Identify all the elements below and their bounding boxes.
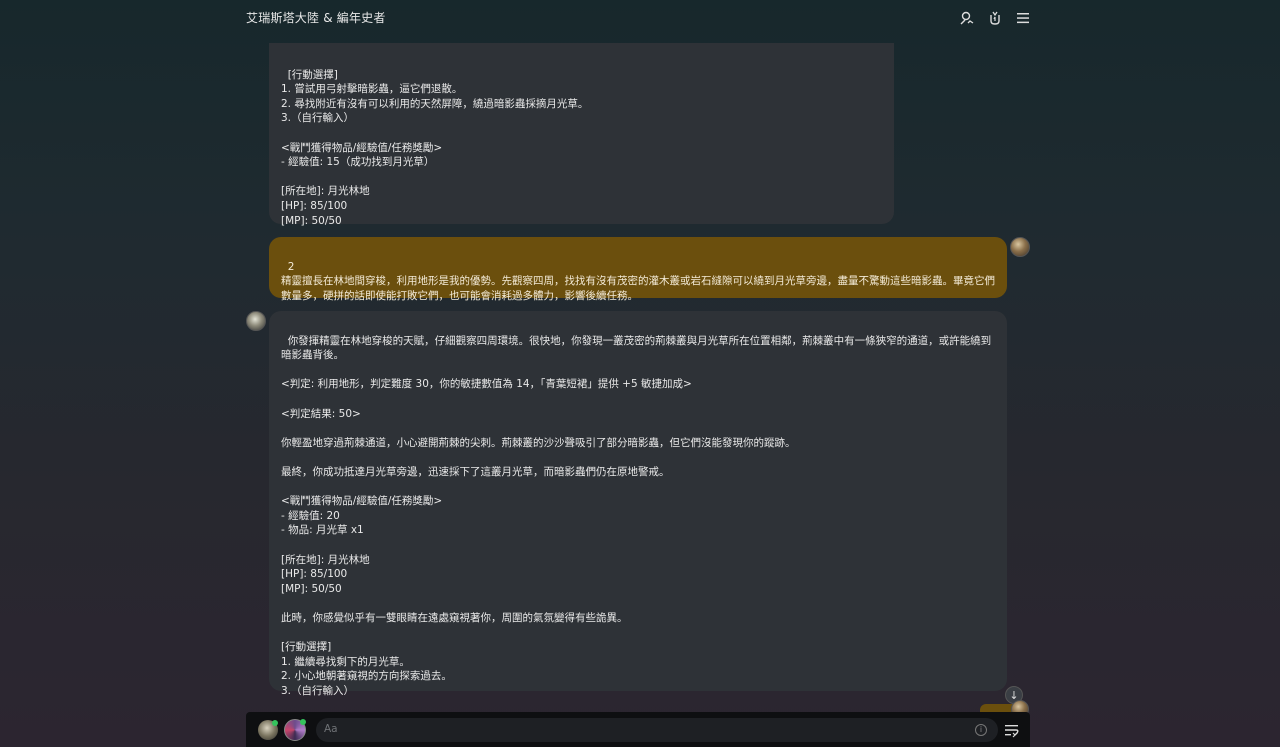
persona-icon[interactable] [960,10,974,25]
info-icon[interactable]: i [975,724,987,736]
ai-avatar[interactable] [246,311,266,331]
online-status-dot [300,719,306,725]
message-input[interactable]: Aa [316,718,998,742]
user-avatar[interactable] [1010,237,1030,257]
header-icons [960,10,1030,25]
message-text: 你發揮精靈在林地穿梭的天賦，仔細觀察四周環境。很快地，你發現一叢茂密的荊棘叢與月… [281,334,992,697]
message-text: 2 精靈擅長在林地間穿梭，利用地形是我的優勢。先觀察四周，找找有沒有茂密的灌木叢… [281,260,995,302]
online-status-dot [272,720,278,726]
message-text: [行動選擇] 1. 嘗試用弓射擊暗影蟲，逼它們退散。 2. 尋找附近有沒有可以利… [281,68,589,227]
menu-icon[interactable] [1016,10,1030,24]
reroll-icon[interactable] [988,10,1002,25]
composer: Aa i [246,712,1030,747]
user-message: 2 精靈擅長在林地間穿梭，利用地形是我的優勢。先觀察四周，找找有沒有茂密的灌木叢… [269,237,1007,302]
chat-title: 艾瑞斯塔大陸 & 編年史者 [246,10,386,25]
ai-message: 你發揮精靈在林地穿梭的天賦，仔細觀察四周環境。很快地，你發現一叢茂密的荊棘叢與月… [269,311,1007,697]
top-bar: 艾瑞斯塔大陸 & 編年史者 [246,0,1030,34]
ai-message: [行動選擇] 1. 嘗試用弓射擊暗影蟲，逼它們退散。 2. 尋找附近有沒有可以利… [269,43,894,227]
send-icon[interactable] [1004,722,1020,738]
